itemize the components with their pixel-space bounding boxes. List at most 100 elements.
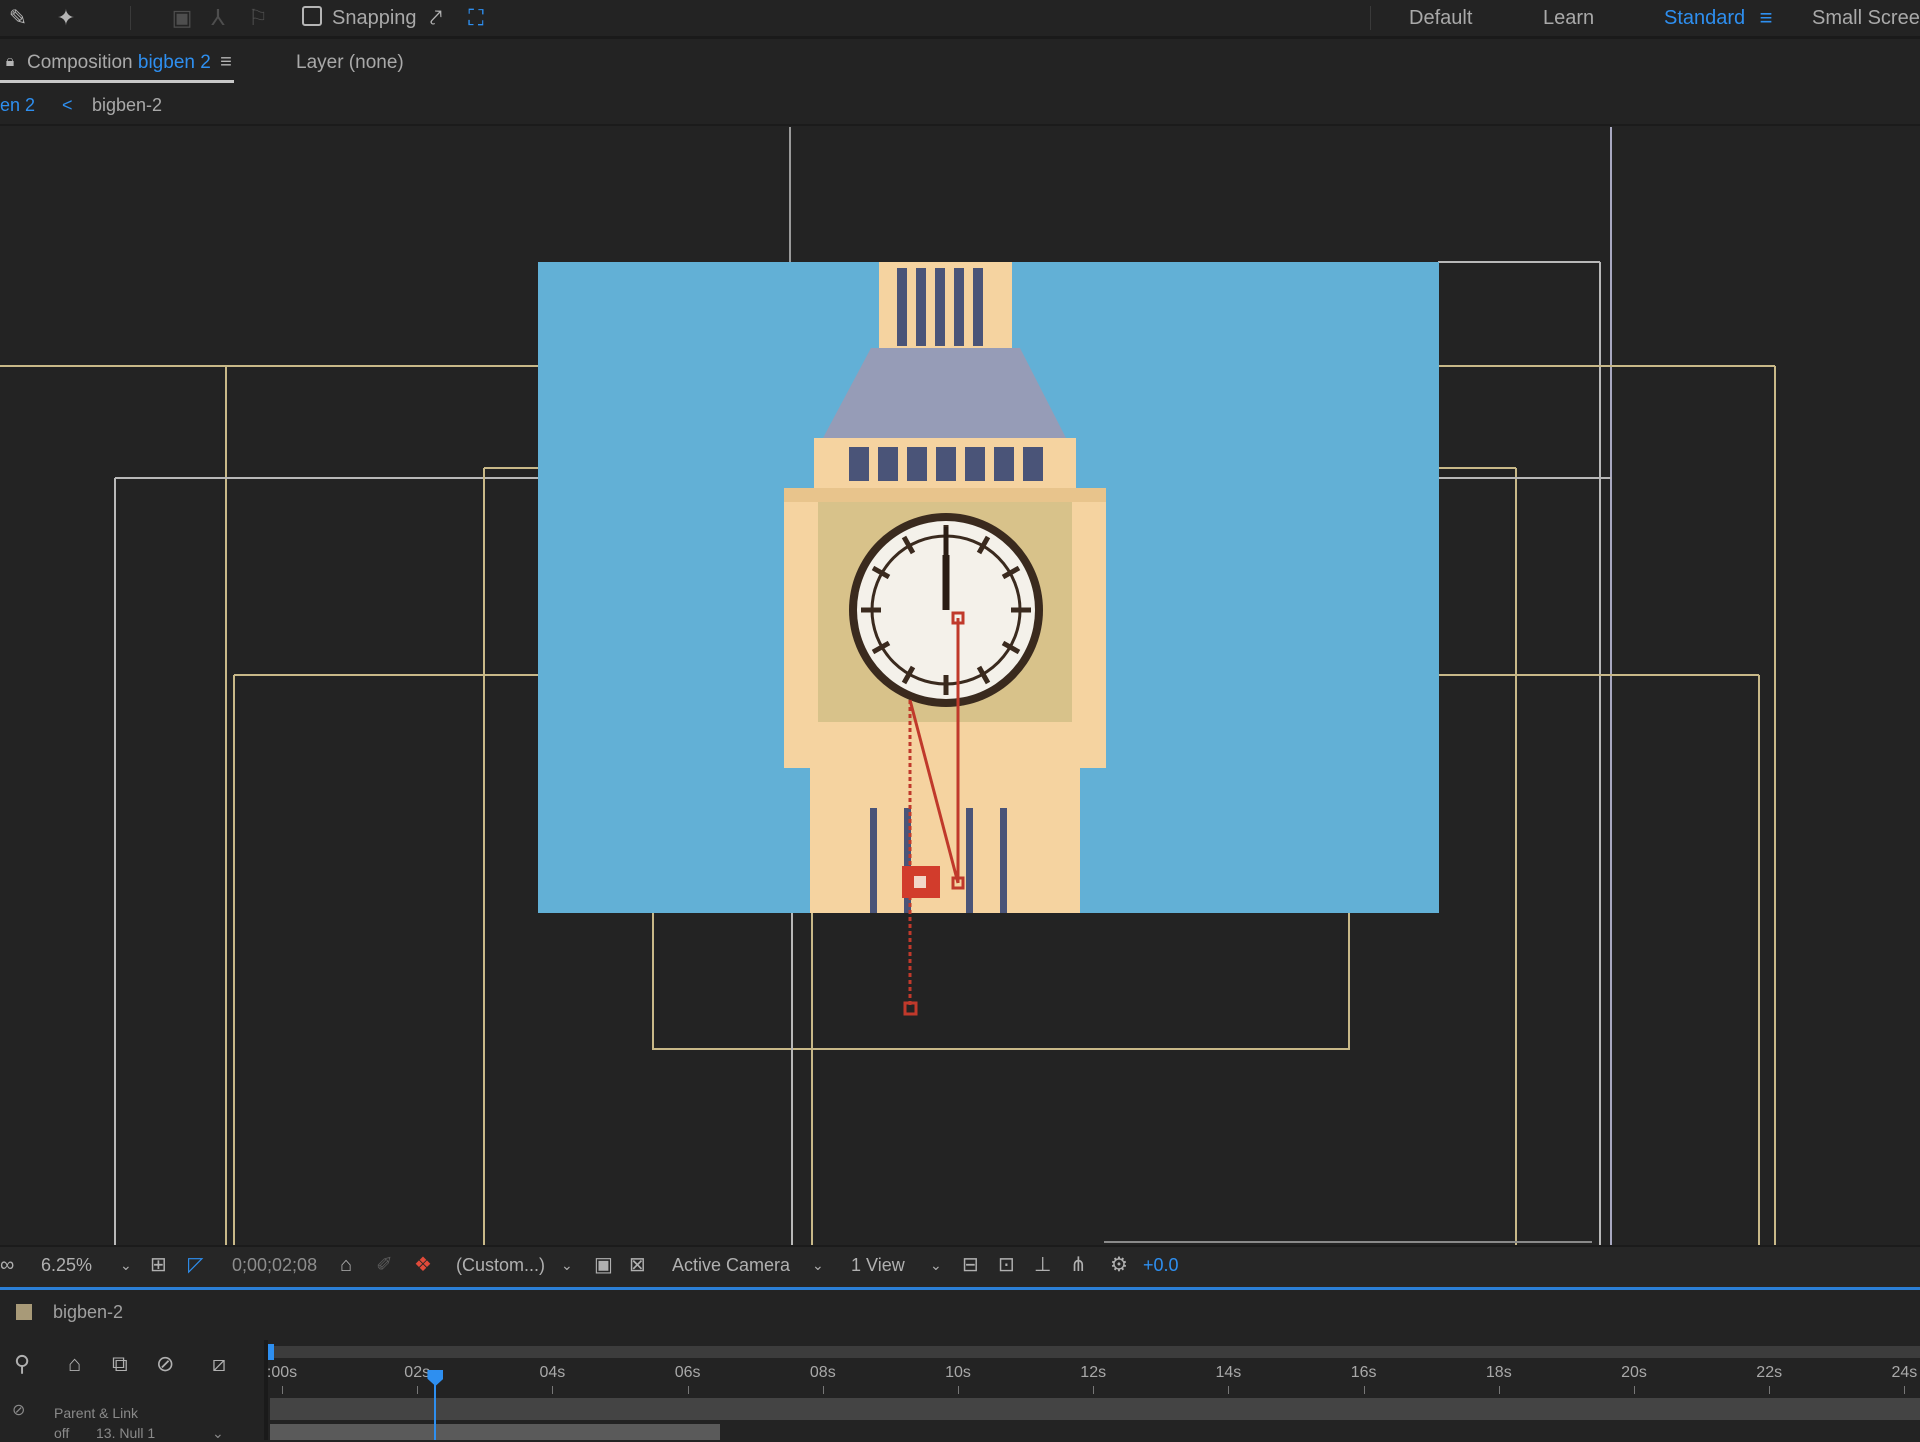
work-area-start-handle[interactable] — [268, 1344, 274, 1360]
time-ruler-tick — [1498, 1386, 1500, 1394]
time-ruler-tick — [1904, 1386, 1906, 1394]
chevron-down-icon[interactable]: ⌄ — [212, 1424, 224, 1442]
time-ruler-label: 08s — [809, 1364, 836, 1381]
breadcrumb-current[interactable]: en 2 — [0, 92, 35, 118]
layer-name[interactable]: 13. Null 1 — [96, 1424, 155, 1442]
region-of-interest-icon[interactable]: ▣ — [594, 1251, 613, 1279]
chevron-down-icon[interactable]: ⌄ — [812, 1251, 824, 1279]
time-ruler-label: 02s — [404, 1364, 431, 1381]
belfry-window — [907, 447, 927, 481]
clock-stage-cornice — [784, 488, 1106, 502]
snap-grid-icon[interactable]: ⛶ — [462, 4, 490, 32]
time-ruler-label: 06s — [674, 1364, 701, 1381]
belfry-window — [965, 447, 985, 481]
chevron-down-icon[interactable]: ⌄ — [120, 1251, 132, 1279]
snapshot-icon[interactable]: ⌂ — [340, 1251, 352, 1279]
time-ruler-label: 18s — [1485, 1364, 1512, 1381]
active-tab-indicator — [0, 80, 234, 83]
layer-duration-bar[interactable] — [270, 1424, 720, 1440]
viewer-canvas — [0, 127, 1776, 1245]
spire-window — [916, 268, 926, 346]
graph-editor-icon[interactable]: ⧄ — [212, 1350, 226, 1378]
tab-layer[interactable]: Layer (none) — [296, 50, 404, 76]
time-ruler-label: 12s — [1080, 1364, 1107, 1381]
tab-composition-name: bigben 2 — [137, 52, 211, 73]
show-snapshot-icon[interactable]: ✐ — [376, 1251, 393, 1279]
lock-icon[interactable]: 🔒︎ — [0, 48, 24, 76]
snap-options-icon[interactable]: ⤤ — [422, 4, 450, 32]
chevron-down-icon[interactable]: ⌄ — [561, 1251, 573, 1279]
flowchart-icon[interactable]: ⋔ — [1070, 1251, 1087, 1279]
time-ruler-tick — [1634, 1386, 1635, 1394]
belfry-window — [849, 447, 869, 481]
workspace-standard[interactable]: Standard — [1664, 4, 1745, 32]
toolbar-divider — [1370, 6, 1371, 30]
time-ruler-tick — [822, 1386, 824, 1394]
zoom-level[interactable]: 6.25% — [41, 1251, 92, 1279]
breadcrumb-next[interactable]: bigben-2 — [92, 92, 162, 118]
puppet-starch-icon[interactable]: ⚐ — [244, 4, 272, 32]
tab-composition-prefix: Composition — [27, 52, 133, 73]
puppet-pin-icon[interactable]: ✎ — [4, 4, 32, 32]
belfry-window — [878, 447, 898, 481]
transparency-grid-icon[interactable]: ⊠ — [629, 1251, 646, 1279]
snapping-label: Snapping — [332, 7, 417, 29]
chevron-down-icon[interactable]: ⌄ — [930, 1251, 942, 1279]
time-ruler-tick — [1363, 1386, 1365, 1394]
safe-margins-icon[interactable]: ⊞ — [150, 1251, 167, 1279]
layer-bound-box — [652, 913, 1350, 1050]
timeline-icon[interactable]: ⊥ — [1034, 1251, 1051, 1279]
workspace-learn[interactable]: Learn — [1543, 4, 1594, 32]
layer-mode: off — [54, 1425, 70, 1441]
roto-brush-icon[interactable]: ▣ — [168, 4, 196, 32]
belfry-window — [994, 447, 1014, 481]
comp-color-swatch — [16, 1304, 32, 1320]
tab-composition[interactable]: Composition bigben 2 — [27, 50, 211, 76]
view-layout-dropdown[interactable]: 1 View — [851, 1251, 905, 1279]
top-toolbar: ✎ ✦ ▣ ⅄ ⚐ Snapping ⤤ ⛶ Default Learn Sta… — [0, 0, 1920, 39]
puppet-bend-icon[interactable]: ⅄ — [204, 4, 232, 32]
frame-blending-icon[interactable]: ⧉ — [112, 1350, 128, 1378]
time-ruler-label: :00s — [266, 1364, 298, 1381]
timeline-comp-name[interactable]: bigben-2 — [53, 1299, 123, 1325]
spire-window — [954, 268, 964, 346]
mask-visibility-icon[interactable]: ◸ — [188, 1251, 203, 1279]
resolution-dropdown[interactable]: (Custom...) — [456, 1251, 545, 1279]
workspace-menu-icon[interactable]: ≡ — [1752, 4, 1780, 32]
always-preview-icon[interactable]: ∞ — [0, 1251, 14, 1279]
shy-layers-icon[interactable]: ⌂ — [68, 1350, 81, 1378]
toggle-pixel-aspect-icon[interactable]: ⊟ — [962, 1251, 979, 1279]
belfry-window — [936, 447, 956, 481]
panel-menu-icon[interactable]: ≡ — [212, 48, 240, 76]
breadcrumb-chevron: < — [62, 95, 73, 115]
snapping-checkbox[interactable] — [302, 6, 322, 26]
tower-shaft — [810, 768, 1080, 913]
null-object-center — [914, 876, 926, 888]
time-ruler-tick — [1093, 1386, 1095, 1394]
time-ruler-label: 04s — [539, 1364, 566, 1381]
workspace-small-screen[interactable]: Small Screen — [1812, 4, 1920, 32]
motion-blur-icon[interactable]: ⊘ — [156, 1350, 174, 1378]
exposure-value[interactable]: +0.0 — [1143, 1251, 1179, 1279]
spire-window — [935, 268, 945, 346]
spire-window — [897, 268, 907, 346]
fast-previews-icon[interactable]: ⊡ — [998, 1251, 1015, 1279]
timeline-link-icon[interactable]: ⊘ — [12, 1402, 25, 1420]
time-ruler-label: 16s — [1350, 1364, 1377, 1381]
shaft-slit — [870, 808, 877, 913]
camera-dropdown[interactable]: Active Camera — [672, 1251, 790, 1279]
time-ruler-tick — [552, 1386, 554, 1394]
workspace-default[interactable]: Default — [1409, 4, 1472, 32]
composition-viewer[interactable] — [0, 127, 1920, 1245]
spire-window — [973, 268, 983, 346]
reset-exposure-icon[interactable]: ⚙ — [1110, 1251, 1128, 1279]
work-area-bar[interactable] — [270, 1346, 1920, 1358]
time-ruler-tick — [1769, 1386, 1771, 1394]
color-channels-icon[interactable]: ❖ — [414, 1251, 432, 1279]
current-time[interactable]: 0;00;02;08 — [232, 1251, 317, 1279]
pin-icon[interactable]: ✦ — [52, 4, 80, 32]
composition-mini-flowchart-icon[interactable]: ⚲ — [14, 1350, 30, 1378]
time-ruler-label: 24s — [1891, 1364, 1918, 1381]
layer-duration-bar[interactable] — [270, 1398, 1920, 1420]
clock — [849, 513, 1043, 707]
